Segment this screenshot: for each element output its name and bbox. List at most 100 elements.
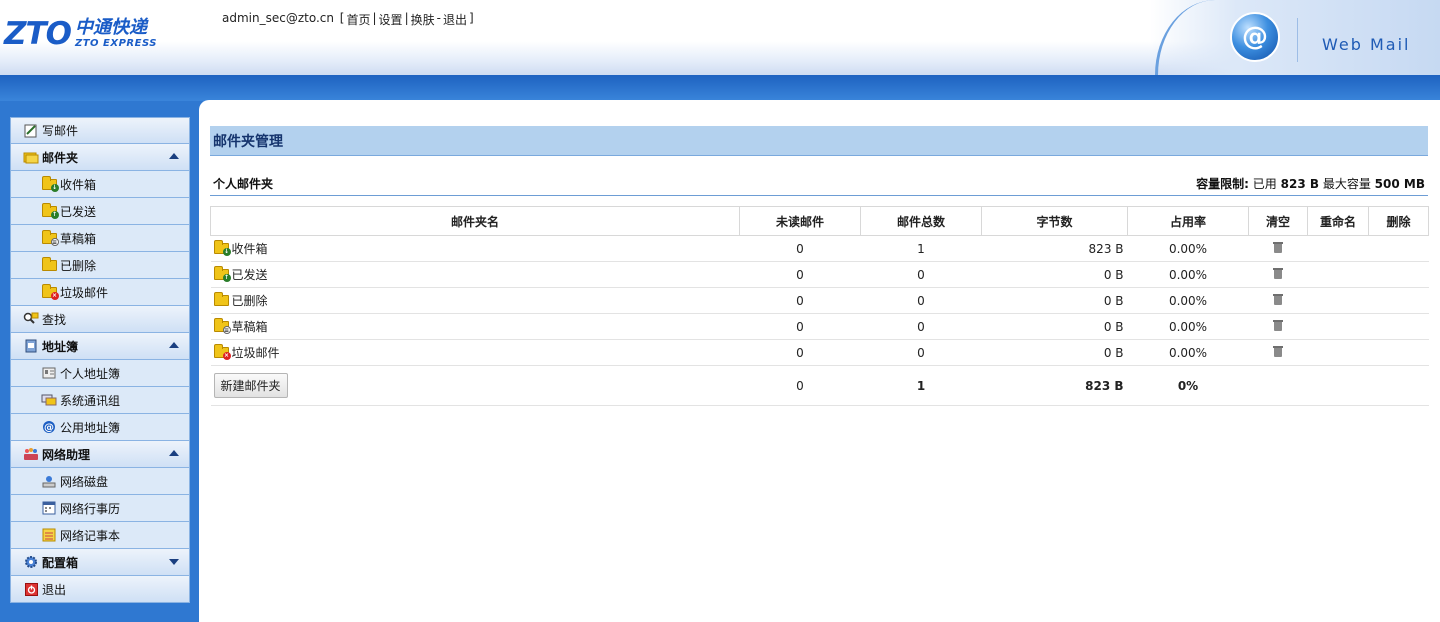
folder-name[interactable]: 已删除 [232, 292, 268, 309]
logout-link[interactable]: 退出 [443, 11, 467, 28]
skin-link[interactable]: 换肤 [411, 11, 435, 28]
sidebar-item-label: 草稿箱 [60, 231, 97, 246]
search-icon [23, 311, 39, 327]
usage-rate: 0.00% [1127, 313, 1249, 340]
sidebar-item-search[interactable]: 查找 [10, 306, 190, 333]
byte-size: 0 B [981, 313, 1128, 340]
quota-used-prefix: 已用 [1252, 176, 1277, 191]
expand-icon[interactable] [169, 559, 179, 565]
sidebar-item-net-notebook[interactable]: 网络记事本 [10, 522, 190, 549]
folder-name[interactable]: 草稿箱 [232, 318, 268, 335]
sidebar-item-personal-address-book[interactable]: 个人地址簿 [10, 360, 190, 387]
column-header-empty: 清空 [1248, 206, 1308, 236]
logo-mark: ZTO [4, 16, 72, 52]
column-header-unread: 未读邮件 [739, 206, 861, 236]
top-links: admin_sec@zto.cn [ 首页 | 设置 | 换肤 - 退出 ] [222, 11, 474, 28]
empty-folder-trash-icon[interactable] [1273, 319, 1283, 331]
table-row: ↓ 收件箱 0 1 823 B 0.00% [210, 235, 1429, 262]
deleted-folder-icon [213, 292, 229, 306]
sidebar-item-junk[interactable]: × 垃圾邮件 [10, 279, 190, 306]
sidebar-item-deleted[interactable]: 已删除 [10, 252, 190, 279]
sidebar-item-label: 退出 [42, 582, 67, 597]
sidebar-group-address-book[interactable]: 地址簿 [10, 333, 190, 360]
quota-info: 容量限制: 已用 823 B 最大容量 500 MB [1196, 175, 1425, 192]
new-folder-button[interactable]: 新建邮件夹 [213, 373, 288, 398]
sidebar-group-net-assistant[interactable]: 网络助理 [10, 441, 190, 468]
page-title: 邮件夹管理 [210, 126, 1428, 156]
quota-used: 823 B [1280, 176, 1319, 191]
disk-icon [41, 473, 57, 489]
totals-row: 新建邮件夹 0 1 823 B 0% [210, 365, 1429, 406]
collapse-icon[interactable] [169, 450, 179, 456]
byte-size: 0 B [981, 339, 1128, 366]
blue-band [0, 75, 1440, 101]
unread-count: 0 [739, 235, 861, 262]
section-header: 个人邮件夹 容量限制: 已用 823 B 最大容量 500 MB [210, 171, 1428, 196]
folder-name[interactable]: 收件箱 [232, 240, 268, 257]
table-row: 已删除 0 0 0 B 0.00% [210, 287, 1429, 314]
folder-name[interactable]: 垃圾邮件 [232, 344, 280, 361]
gear-icon [23, 554, 39, 570]
sidebar-item-net-calendar[interactable]: 网络行事历 [10, 495, 190, 522]
empty-folder-trash-icon[interactable] [1273, 345, 1283, 357]
drafts-folder-icon: ≡ [41, 229, 59, 246]
sidebar-item-label: 个人地址簿 [60, 366, 121, 381]
empty-folder-trash-icon[interactable] [1273, 241, 1283, 253]
group-icon [41, 392, 57, 408]
sent-folder-icon: ↑ [213, 266, 231, 282]
sidebar-item-logout[interactable]: 退出 [10, 576, 190, 603]
usage-rate: 0.00% [1127, 287, 1249, 314]
logo-english-name: ZTO EXPRESS [74, 38, 157, 49]
empty-folder-trash-icon[interactable] [1273, 267, 1283, 279]
inbox-folder-icon: ↓ [41, 175, 59, 192]
sidebar-item-label: 系统通讯组 [60, 393, 121, 408]
sidebar-group-config[interactable]: 配置箱 [10, 549, 190, 576]
sidebar-group-label: 邮件夹 [42, 150, 79, 165]
sidebar-item-label: 垃圾邮件 [60, 285, 109, 300]
deleted-folder-icon [41, 256, 57, 273]
unread-count: 0 [739, 287, 861, 314]
sidebar-item-sent[interactable]: ↑ 已发送 [10, 198, 190, 225]
webmail-brand: Web Mail [1322, 35, 1411, 54]
sidebar-item-public-address-book[interactable]: @ 公用地址簿 [10, 414, 190, 441]
empty-folder-trash-icon[interactable] [1273, 293, 1283, 305]
at-sign-icon: @ [41, 419, 57, 435]
folder-name[interactable]: 已发送 [232, 266, 268, 283]
sidebar-item-label: 网络磁盘 [60, 474, 109, 489]
logo-chinese-name: 中通快递 [74, 17, 147, 38]
calendar-icon [41, 500, 57, 516]
inbox-folder-icon: ↓ [213, 240, 231, 256]
sidebar-item-system-groups[interactable]: 系统通讯组 [10, 387, 190, 414]
column-header-folder-name: 邮件夹名 [210, 206, 740, 236]
collapse-icon[interactable] [169, 342, 179, 348]
sidebar-item-inbox[interactable]: ↓ 收件箱 [10, 171, 190, 198]
byte-size: 0 B [981, 287, 1128, 314]
contact-card-icon [41, 365, 57, 381]
column-header-usage: 占用率 [1127, 206, 1249, 236]
column-header-total: 邮件总数 [860, 206, 982, 236]
settings-link[interactable]: 设置 [379, 11, 403, 28]
folder-management: 邮件夹管理 个人邮件夹 容量限制: 已用 823 B 最大容量 500 MB 邮… [210, 126, 1429, 406]
folders-icon [23, 149, 39, 165]
compose-icon [23, 123, 39, 139]
table-row: × 垃圾邮件 0 0 0 B 0.00% [210, 339, 1429, 366]
sidebar-group-mail-folders[interactable]: 邮件夹 [10, 144, 190, 171]
webmail-globe-icon: @ [1230, 12, 1280, 62]
unread-count: 0 [739, 339, 861, 366]
table-row: ↑ 已发送 0 0 0 B 0.00% [210, 261, 1429, 288]
sidebar-item-compose[interactable]: 写邮件 [10, 117, 190, 144]
home-link[interactable]: 首页 [346, 11, 370, 28]
byte-size: 823 B [981, 235, 1128, 262]
quota-max: 500 MB [1374, 176, 1425, 191]
sidebar-item-net-disk[interactable]: 网络磁盘 [10, 468, 190, 495]
column-header-rename: 重命名 [1307, 206, 1369, 236]
sidebar-item-drafts[interactable]: ≡ 草稿箱 [10, 225, 190, 252]
power-icon [23, 581, 39, 597]
usage-rate: 0.00% [1127, 339, 1249, 366]
table-header-row: 邮件夹名 未读邮件 邮件总数 字节数 占用率 清空 重命名 删除 [210, 206, 1429, 236]
collapse-icon[interactable] [169, 153, 179, 159]
quota-max-prefix: 最大容量 [1322, 176, 1371, 191]
total-count: 0 [860, 287, 982, 314]
sidebar-item-label: 已删除 [60, 258, 97, 273]
usage-rate: 0.00% [1127, 235, 1249, 262]
